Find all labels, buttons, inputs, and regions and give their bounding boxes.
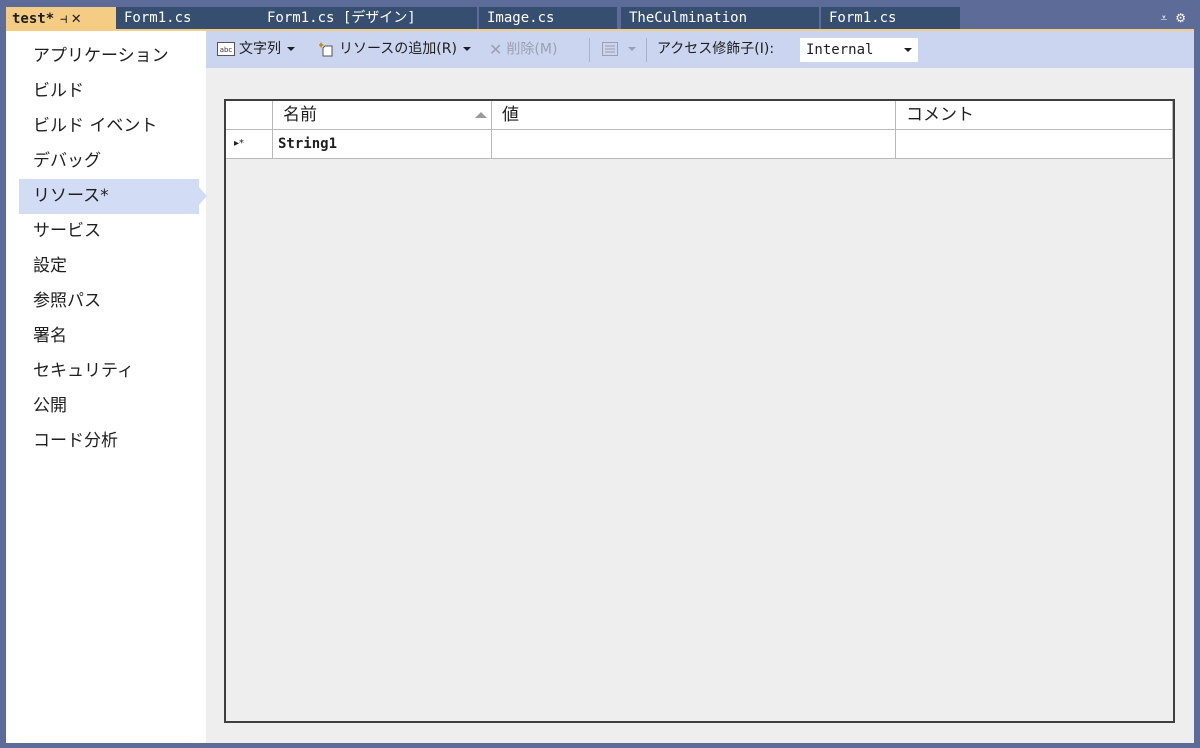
tab-test[interactable]: test* ⊣ ✕ [6,7,116,29]
sidebar-item-application[interactable]: アプリケーション [19,39,199,74]
chevron-down-icon [462,47,471,51]
sidebar-item-label: デバッグ [33,151,101,171]
cell-name[interactable]: String1 [273,130,492,159]
tab-form1-cs-2[interactable]: Form1.cs [821,7,960,29]
column-header-label: 値 [502,105,519,125]
svg-text:abc: abc [220,46,233,54]
toolbar-separator [646,38,647,62]
add-resource-button[interactable]: リソースの追加(R) [319,31,471,68]
add-resource-icon [319,42,333,57]
access-modifier-value: Internal [806,42,874,58]
sidebar-item-label: ビルド [33,81,84,101]
tab-label: test* [12,11,55,27]
sidebar-item-label: ビルド イベント [33,116,158,136]
sidebar-item-code-analysis[interactable]: コード分析 [19,424,199,459]
tab-label: Image.cs [487,10,555,26]
tab-form1-cs[interactable]: Form1.cs [116,7,259,29]
delete-icon: ✕ [489,40,503,59]
sidebar-item-build-events[interactable]: ビルド イベント [19,109,199,144]
sidebar-item-build[interactable]: ビルド [19,74,199,109]
sidebar-item-label: 設定 [33,256,67,276]
chevron-down-icon [628,47,636,51]
sidebar-item-resources[interactable]: リソース* [19,179,207,214]
tab-image-cs[interactable]: Image.cs [479,7,617,29]
sidebar-item-label: リソース* [33,186,109,206]
sidebar-item-label: サービス [33,221,101,241]
column-header-label: コメント [906,105,974,125]
tab-form1-design[interactable]: Form1.cs [デザイン] [259,7,477,29]
column-header-value[interactable]: 値 [492,101,896,130]
tab-label: Form1.cs [829,10,897,26]
view-dropdown[interactable] [602,31,636,68]
column-header-label: 名前 [283,105,317,125]
column-header-comment[interactable]: コメント [896,101,1173,130]
resource-grid: 名前 値 コメント ▸* String1 [224,99,1175,723]
chevron-down-icon [904,48,912,52]
sidebar-item-label: コード分析 [33,431,118,451]
add-resource-label: リソースの追加(R) [339,41,457,57]
cell-comment[interactable] [896,130,1173,159]
resource-designer: アプリケーション ビルド ビルド イベント デバッグ リソース* サービス 設定… [6,29,1194,743]
tab-label: Form1.cs [デザイン] [267,10,416,26]
resource-toolbar: abc 文字列 リソースの追加(R) ✕ 削除(M) アクセス修飾子(I): Int… [206,31,1194,68]
sidebar-item-settings[interactable]: 設定 [19,249,199,284]
sidebar-item-label: セキュリティ [33,361,134,381]
sidebar-item-label: 参照パス [33,291,101,311]
close-icon[interactable]: ✕ [71,7,81,29]
project-properties-sidebar: アプリケーション ビルド ビルド イベント デバッグ リソース* サービス 設定… [6,31,207,743]
window-frame: test* ⊣ ✕ Form1.cs Form1.cs [デザイン] Image.c… [0,0,1200,748]
access-modifier-select[interactable]: Internal [800,38,918,62]
resource-type-label: 文字列 [239,41,281,57]
dropdown-overflow-icon[interactable]: ⩡ [1160,11,1167,25]
tab-strip-controls: ⩡ ⚙ [1152,7,1186,29]
toolbar-separator [589,38,590,62]
sidebar-item-label: 署名 [33,326,67,346]
string-resource-icon: abc [217,42,235,56]
new-row-indicator[interactable]: ▸* [226,130,273,159]
resource-type-dropdown[interactable]: abc 文字列 [217,31,295,68]
sidebar-item-security[interactable]: セキュリティ [19,354,199,389]
chevron-down-icon [287,47,295,51]
sidebar-item-signing[interactable]: 署名 [19,319,199,354]
delete-label: 削除(M) [506,41,558,58]
access-modifier-label: アクセス修飾子(I): [657,41,775,57]
cell-value[interactable] [492,130,896,159]
sidebar-item-reference-paths[interactable]: 参照パス [19,284,199,319]
sidebar-item-debug[interactable]: デバッグ [19,144,199,179]
pin-icon[interactable]: ⊣ [60,8,67,29]
sidebar-item-label: アプリケーション [33,46,169,66]
view-list-icon [602,42,618,56]
tab-theculmination[interactable]: TheCulmination [621,7,819,29]
gear-icon[interactable]: ⚙ [1175,11,1186,25]
sidebar-item-publish[interactable]: 公開 [19,389,199,424]
delete-button[interactable]: ✕ 削除(M) [489,31,557,68]
sidebar-item-label: 公開 [33,396,67,416]
sort-ascending-icon [475,112,487,118]
tab-label: Form1.cs [124,10,192,26]
document-tab-strip: test* ⊣ ✕ Form1.cs Form1.cs [デザイン] Image.c… [6,7,1194,29]
column-header-name[interactable]: 名前 [273,101,492,130]
row-header-corner [226,101,273,130]
tab-label: TheCulmination [629,10,748,26]
sidebar-item-services[interactable]: サービス [19,214,199,249]
